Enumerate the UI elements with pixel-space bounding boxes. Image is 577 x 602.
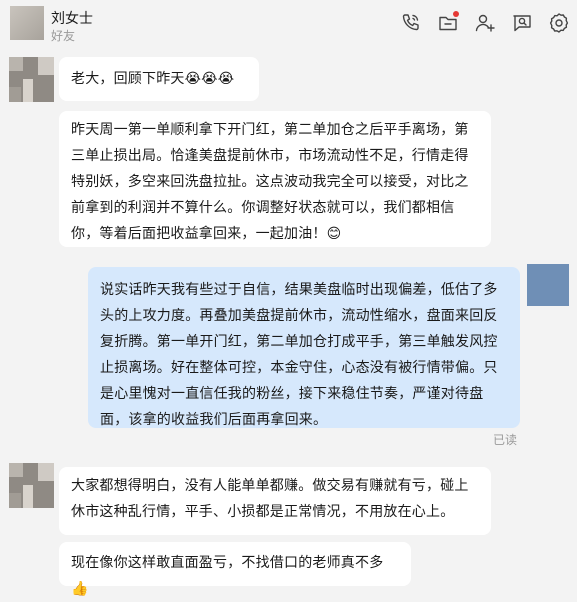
message-text: 说实话昨天我有些过于自信，结果美盘临时出现偏差，低估了多头的上攻力度。再叠加美盘… — [100, 282, 498, 428]
settings-icon[interactable] — [547, 11, 571, 35]
message-bubble[interactable]: 现在像你这样敢直面盈亏，不找借口的老师真不多👍 — [59, 542, 411, 597]
header-toolbar — [399, 11, 571, 35]
self-avatar[interactable] — [527, 264, 569, 306]
sender-avatar[interactable] — [9, 463, 54, 508]
phone-call-icon[interactable] — [399, 11, 423, 35]
message-text: 老大，回顾下昨天😭😭😭 — [71, 71, 235, 87]
chat-search-icon[interactable] — [510, 11, 534, 35]
contact-subtitle: 好友 — [51, 29, 76, 43]
message-text: 大家都想得明白，没有人能单单都赚。做交易有赚就有亏，碰上休市这种乱行情，平手、小… — [71, 478, 469, 520]
sender-avatar[interactable] — [9, 57, 54, 102]
message-bubble[interactable]: 大家都想得明白，没有人能单单都赚。做交易有赚就有亏，碰上休市这种乱行情，平手、小… — [59, 467, 491, 535]
message-text: 昨天周一第一单顺利拿下开门红，第二单加仓之后平手离场，第三单止损出局。恰逢美盘提… — [71, 122, 469, 242]
chat-header: 刘女士 好友 — [0, 0, 577, 48]
message-bubble[interactable]: 昨天周一第一单顺利拿下开门红，第二单加仓之后平手离场，第三单止损出局。恰逢美盘提… — [59, 111, 491, 247]
add-friend-icon[interactable] — [473, 11, 497, 35]
message-bubble[interactable]: 说实话昨天我有些过于自信，结果美盘临时出现偏差，低估了多头的上攻力度。再叠加美盘… — [88, 267, 520, 428]
read-status: 已读 — [493, 433, 518, 447]
notification-dot — [453, 11, 459, 17]
message-text: 现在像你这样敢直面盈亏，不找借口的老师真不多👍 — [71, 555, 384, 597]
contact-name[interactable]: 刘女士 — [51, 8, 93, 28]
contact-avatar[interactable] — [10, 6, 44, 40]
message-bubble[interactable]: 老大，回顾下昨天😭😭😭 — [59, 57, 259, 101]
folder-icon[interactable] — [436, 11, 460, 35]
